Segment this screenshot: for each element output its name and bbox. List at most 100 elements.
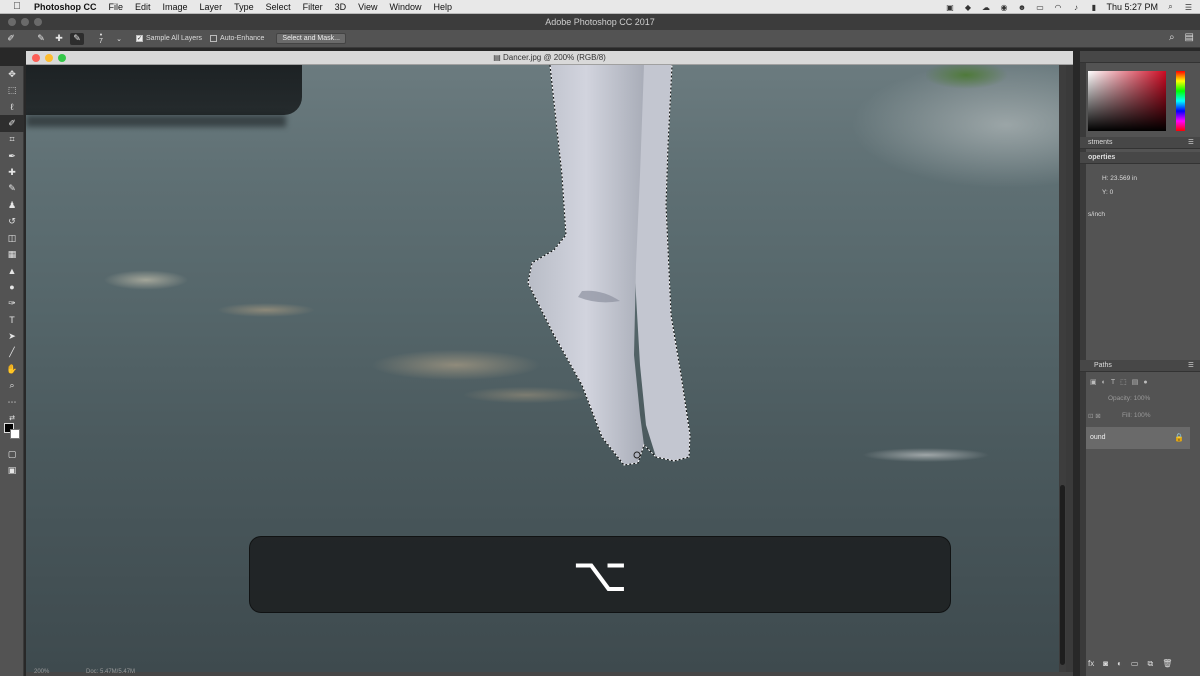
cloud-icon[interactable]: ☁ <box>980 3 991 12</box>
path-selection-tool-icon[interactable]: ➤ <box>0 328 24 344</box>
brush-size-picker[interactable]: • 7 <box>94 32 108 45</box>
menu-3d[interactable]: 3D <box>335 2 347 12</box>
filter-adjustment-icon[interactable]: ◐ <box>1102 379 1106 386</box>
eraser-tool-icon[interactable]: ◫ <box>0 230 24 246</box>
trash-icon[interactable]: 🗑 <box>1162 659 1172 669</box>
blur-tool-icon[interactable]: ▲ <box>0 263 24 279</box>
more-tools-icon[interactable]: ⋯ <box>0 394 24 410</box>
creative-cloud-icon[interactable]: ◉ <box>998 3 1009 12</box>
user-icon[interactable]: ☻ <box>1016 3 1027 12</box>
gradient-tool-icon[interactable]: ▦ <box>0 246 24 262</box>
display-icon[interactable]: ▭ <box>1034 3 1045 12</box>
filter-toggle-icon[interactable]: ● <box>1143 379 1147 386</box>
workspace-icon[interactable]: ▤ <box>1185 32 1194 43</box>
close-document-icon[interactable] <box>32 54 40 62</box>
height-value[interactable]: H: 23.569 in <box>1102 175 1137 182</box>
spotlight-icon[interactable]: ⌕ <box>1165 2 1176 12</box>
search-icon[interactable]: ⌕ <box>1169 32 1175 43</box>
zoom-document-icon[interactable] <box>58 54 66 62</box>
menu-layer[interactable]: Layer <box>200 2 223 12</box>
y-value[interactable]: Y: 0 <box>1102 189 1113 196</box>
minimize-window-icon[interactable] <box>21 18 29 26</box>
dropbox-icon[interactable]: ◆ <box>962 3 973 12</box>
move-tool-icon[interactable]: ✥ <box>0 66 24 82</box>
volume-icon[interactable]: ♪ <box>1070 3 1081 12</box>
opacity-label[interactable]: Opacity: 100% <box>1108 395 1150 402</box>
fx-icon[interactable]: fx <box>1088 659 1094 669</box>
brush-tool-icon[interactable]: ✎ <box>0 181 24 197</box>
zoom-level[interactable]: 200% <box>34 669 49 675</box>
tool-preset-quick-select-icon[interactable]: ✐ <box>4 33 18 45</box>
crop-tool-icon[interactable]: ⌗ <box>0 132 24 148</box>
menu-filter[interactable]: Filter <box>303 2 323 12</box>
tools-panel: ✥ ⬚ ℓ ✐ ⌗ ✒ ✚ ✎ ♟ ↺ ◫ ▦ ▲ ● ✑ T ➤ ╱ ✋ ⌕ … <box>0 66 24 676</box>
filter-shape-icon[interactable]: ⬚ <box>1120 378 1127 386</box>
color-swatches[interactable] <box>4 423 20 439</box>
close-window-icon[interactable] <box>8 18 16 26</box>
history-brush-tool-icon[interactable]: ↺ <box>0 214 24 230</box>
fill-label[interactable]: Fill: 100% <box>1122 412 1151 419</box>
hand-tool-icon[interactable]: ✋ <box>0 361 24 377</box>
menu-type[interactable]: Type <box>234 2 254 12</box>
subtract-from-selection-icon[interactable]: ✎ <box>70 32 84 45</box>
panel-menu-icon[interactable]: ☰ <box>1188 138 1194 146</box>
menu-help[interactable]: Help <box>433 2 452 12</box>
document-title: Dancer.jpg @ 200% (RGB/8) <box>502 53 606 62</box>
background-layer-row[interactable]: ound 🔒 <box>1086 427 1190 449</box>
filter-pixel-icon[interactable]: ▣ <box>1090 378 1097 386</box>
select-and-mask-button[interactable]: Select and Mask... <box>276 33 346 44</box>
app-menu[interactable]: Photoshop CC <box>34 2 97 12</box>
new-layer-icon[interactable]: ⧉ <box>1147 659 1153 669</box>
chevron-down-icon[interactable]: ⌄ <box>112 33 126 45</box>
menu-select[interactable]: Select <box>266 2 291 12</box>
apple-menu-icon[interactable]:  <box>10 1 24 12</box>
adjustments-panel-header[interactable]: stments <box>1080 137 1200 149</box>
vertical-scrollbar[interactable] <box>1059 65 1066 672</box>
clone-stamp-tool-icon[interactable]: ♟ <box>0 197 24 213</box>
marquee-tool-icon[interactable]: ⬚ <box>0 82 24 98</box>
line-tool-icon[interactable]: ╱ <box>0 345 24 361</box>
type-tool-icon[interactable]: T <box>0 312 24 328</box>
menu-window[interactable]: Window <box>389 2 421 12</box>
background-color-swatch[interactable] <box>10 429 20 439</box>
document-size[interactable]: Doc: 5.47M/5.47M <box>86 669 135 675</box>
battery-icon[interactable]: ▮ <box>1088 3 1099 12</box>
lasso-tool-icon[interactable]: ℓ <box>0 99 24 115</box>
filter-type-icon[interactable]: T <box>1111 379 1115 386</box>
sample-all-layers-checkbox[interactable]: ✓ <box>136 35 143 42</box>
notification-center-icon[interactable]: ☰ <box>1183 3 1194 12</box>
pen-tool-icon[interactable]: ✑ <box>0 295 24 311</box>
wifi-icon[interactable]: ◠ <box>1052 3 1063 12</box>
quick-mask-icon[interactable]: ▢ <box>0 446 24 462</box>
minimize-document-icon[interactable] <box>45 54 53 62</box>
auto-enhance-checkbox[interactable] <box>210 35 218 42</box>
filter-smart-icon[interactable]: ▤ <box>1132 378 1139 386</box>
new-group-icon[interactable]: ▭ <box>1131 659 1139 669</box>
menubar-clock[interactable]: Thu 5:27 PM <box>1106 2 1158 12</box>
color-field[interactable] <box>1088 71 1166 131</box>
layers-panel-menu-icon[interactable]: ☰ <box>1188 361 1194 369</box>
hue-slider[interactable] <box>1176 71 1185 131</box>
scrollbar-thumb[interactable] <box>1060 485 1065 665</box>
eyedropper-tool-icon[interactable]: ✒ <box>0 148 24 164</box>
app-window-controls <box>8 18 42 26</box>
add-mask-icon[interactable]: ◙ <box>1103 659 1108 669</box>
properties-panel-header[interactable]: operties <box>1080 152 1200 164</box>
front-leg <box>528 65 644 465</box>
adjustment-layer-icon[interactable]: ◐ <box>1117 659 1122 669</box>
zoom-window-icon[interactable] <box>34 18 42 26</box>
paths-panel-header[interactable]: Paths <box>1080 360 1200 372</box>
healing-brush-tool-icon[interactable]: ✚ <box>0 164 24 180</box>
menu-file[interactable]: File <box>109 2 124 12</box>
menu-view[interactable]: View <box>358 2 377 12</box>
dodge-tool-icon[interactable]: ● <box>0 279 24 295</box>
menu-edit[interactable]: Edit <box>135 2 151 12</box>
menu-image[interactable]: Image <box>163 2 188 12</box>
add-to-selection-icon[interactable]: ✚ <box>52 33 66 45</box>
screen-mode-icon[interactable]: ▣ <box>0 462 24 478</box>
new-selection-icon[interactable]: ✎ <box>34 33 48 45</box>
zoom-tool-icon[interactable]: ⌕ <box>0 377 24 393</box>
lock-icons[interactable]: ⊡ ⊠ <box>1088 412 1101 420</box>
screen-record-icon[interactable]: ▣ <box>944 3 955 12</box>
quick-selection-tool-icon[interactable]: ✐ <box>0 115 24 132</box>
